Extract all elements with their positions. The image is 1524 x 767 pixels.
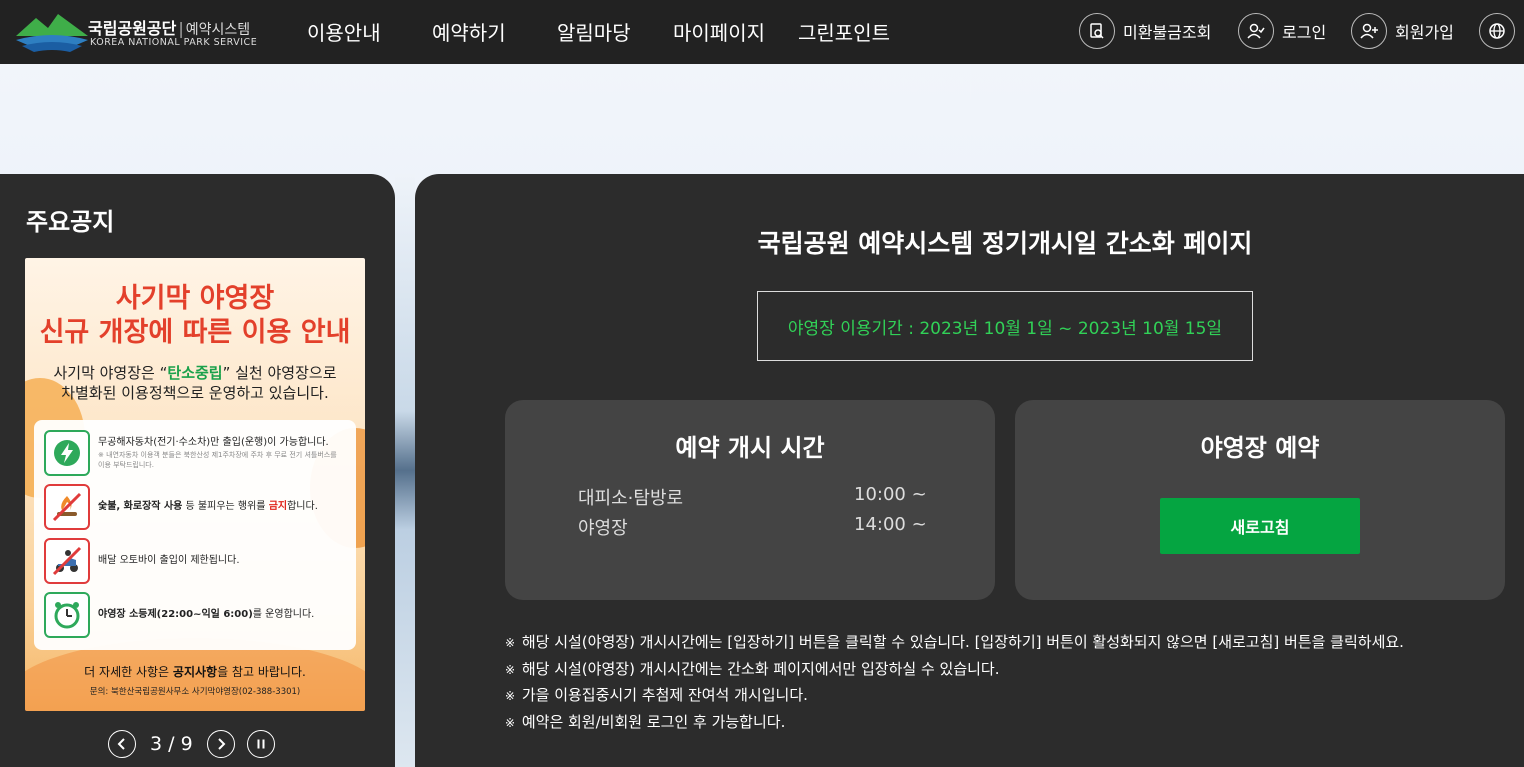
rule-lights-out: 야영장 소등제(22:00~익일 6:00)를 운영합니다.: [44, 592, 349, 640]
usage-period-box: 야영장 이용기간 : 2023년 10월 1일 ~ 2023년 10월 15일: [757, 291, 1253, 361]
rule-ev-only: 무공해자동차(전기·수소차)만 출입(운행)이 가능합니다. ※ 내연자동차 이…: [44, 430, 349, 478]
refund-lookup-label: 미환불금조회: [1123, 23, 1212, 42]
campsite-reserve-card: 야영장 예약 새로고침: [1015, 400, 1505, 600]
logo-text: 국립공원공단 | 예약시스템: [88, 19, 251, 38]
rule-no-delivery-text: 배달 오토바이 출입이 제한됩니다.: [98, 555, 240, 566]
notice-panel: 주요공지 사기막 야영장 신규 개장에 따른 이용 안내 사기막 야영장은 “탄…: [0, 174, 395, 767]
rule-no-fire: 숯불, 화로장작 사용 등 불피우는 행위를 금지합니다.: [44, 484, 349, 532]
nav-notice-board[interactable]: 알림마당: [557, 17, 631, 46]
note-item: ※ 예약은 회원/비회원 로그인 후 가능합니다.: [505, 712, 786, 731]
lightning-icon: [44, 430, 90, 476]
poster-subtitle: 사기막 야영장은 “탄소중립” 실천 야영장으로 차별화된 이용정책으로 운영하…: [53, 364, 337, 402]
open-time-row: 야영장 14:00 ~: [578, 514, 938, 540]
note-item: ※ 가을 이용집중시기 추첨제 잔여석 개시입니다.: [505, 686, 808, 704]
prev-slide-button[interactable]: [108, 730, 136, 758]
no-fire-icon: [44, 484, 90, 530]
next-slide-button[interactable]: [206, 730, 235, 758]
rule-ev-text: 무공해자동차(전기·수소차)만 출입(운행)이 가능합니다.: [98, 437, 329, 448]
nav-reservation[interactable]: 예약하기: [432, 17, 506, 46]
user-add-icon: [1351, 13, 1387, 49]
nav-usage-guide[interactable]: 이용안내: [307, 17, 381, 46]
notice-title: 주요공지: [26, 208, 115, 236]
note-item: ※ 해당 시설(야영장) 개시시간에는 [입장하기] 버튼을 클릭할 수 있습니…: [505, 633, 1404, 651]
open-time-card: 예약 개시 시간 대피소·탐방로 10:00 ~ 야영장 14:00 ~: [505, 400, 995, 600]
poster-heading-2: 신규 개장에 따른 이용 안내: [39, 317, 351, 348]
facility-open-time: 10:00 ~: [854, 484, 927, 505]
rule-no-delivery-bike: 배달 오토바이 출입이 제한됩니다.: [44, 538, 349, 586]
notice-poster[interactable]: 사기막 야영장 신규 개장에 따른 이용 안내 사기막 야영장은 “탄소중립” …: [25, 258, 365, 711]
notice-pager: 3 / 9: [108, 730, 275, 758]
chevron-left-icon: [117, 738, 125, 750]
refund-lookup-link[interactable]: 미환불금조회: [1079, 11, 1211, 51]
logo-english: KOREA NATIONAL PARK SERVICE: [90, 37, 258, 48]
user-login-icon: [1238, 13, 1274, 49]
search-document-icon: [1079, 13, 1115, 49]
poster-rules-box: 무공해자동차(전기·수소차)만 출입(운행)이 가능합니다. ※ 내연자동차 이…: [34, 420, 356, 650]
facility-name: 대피소·탐방로: [578, 488, 684, 509]
pause-icon: [257, 739, 265, 749]
login-link[interactable]: 로그인: [1238, 11, 1326, 51]
page-title: 국립공원 예약시스템 정기개시일 간소화 페이지: [757, 229, 1253, 258]
globe-icon: [1479, 13, 1515, 49]
open-time-title: 예약 개시 시간: [675, 434, 825, 462]
campsite-reserve-title: 야영장 예약: [1200, 434, 1320, 462]
nav-green-point[interactable]: 그린포인트: [798, 17, 890, 46]
nav-mypage[interactable]: 마이페이지: [673, 17, 765, 46]
signup-link[interactable]: 회원가입: [1351, 11, 1454, 51]
pause-slide-button[interactable]: [246, 730, 275, 758]
slide-counter: 3 / 9: [150, 733, 193, 755]
mountain-logo-icon: [16, 14, 88, 52]
knps-logo[interactable]: 국립공원공단 | 예약시스템 KOREA NATIONAL PARK SERVICE: [14, 8, 274, 56]
poster-contact: 문의: 북한산국립공원사무소 사기막야영장(02-388-3301): [89, 687, 301, 697]
facility-open-time: 14:00 ~: [854, 514, 927, 535]
open-time-row: 대피소·탐방로 10:00 ~: [578, 484, 938, 510]
facility-name: 야영장: [578, 518, 628, 539]
usage-period-text: 야영장 이용기간 : 2023년 10월 1일 ~ 2023년 10월 15일: [787, 318, 1223, 339]
note-item: ※ 해당 시설(야영장) 개시시간에는 간소화 페이지에서만 입장하실 수 있습…: [505, 659, 1000, 678]
notice-notes: ※ 해당 시설(야영장) 개시시간에는 [입장하기] 버튼을 클릭할 수 있습니…: [505, 630, 1505, 736]
refresh-button[interactable]: 새로고침: [1160, 498, 1360, 554]
rule-ev-note: ※ 내연자동차 이용객 분들은 북한산성 제1주차장에 주차 후 무료 전기 셔…: [98, 451, 337, 469]
chevron-right-icon: [217, 738, 226, 750]
poster-footer: 더 자세한 사항은 공지사항을 참고 바랍니다.: [84, 665, 306, 679]
background-scenery: [395, 174, 415, 767]
no-motorcycle-icon: [44, 538, 90, 584]
top-header: 국립공원공단 | 예약시스템 KOREA NATIONAL PARK SERVICE…: [0, 0, 1524, 64]
signup-label: 회원가입: [1395, 23, 1454, 42]
alarm-clock-icon: [44, 592, 90, 638]
simplified-reservation-panel: 국립공원 예약시스템 정기개시일 간소화 페이지 야영장 이용기간 : 2023…: [415, 174, 1524, 767]
poster-heading-1: 사기막 야영장: [115, 283, 275, 314]
language-button[interactable]: [1479, 11, 1515, 51]
login-label: 로그인: [1282, 23, 1327, 42]
